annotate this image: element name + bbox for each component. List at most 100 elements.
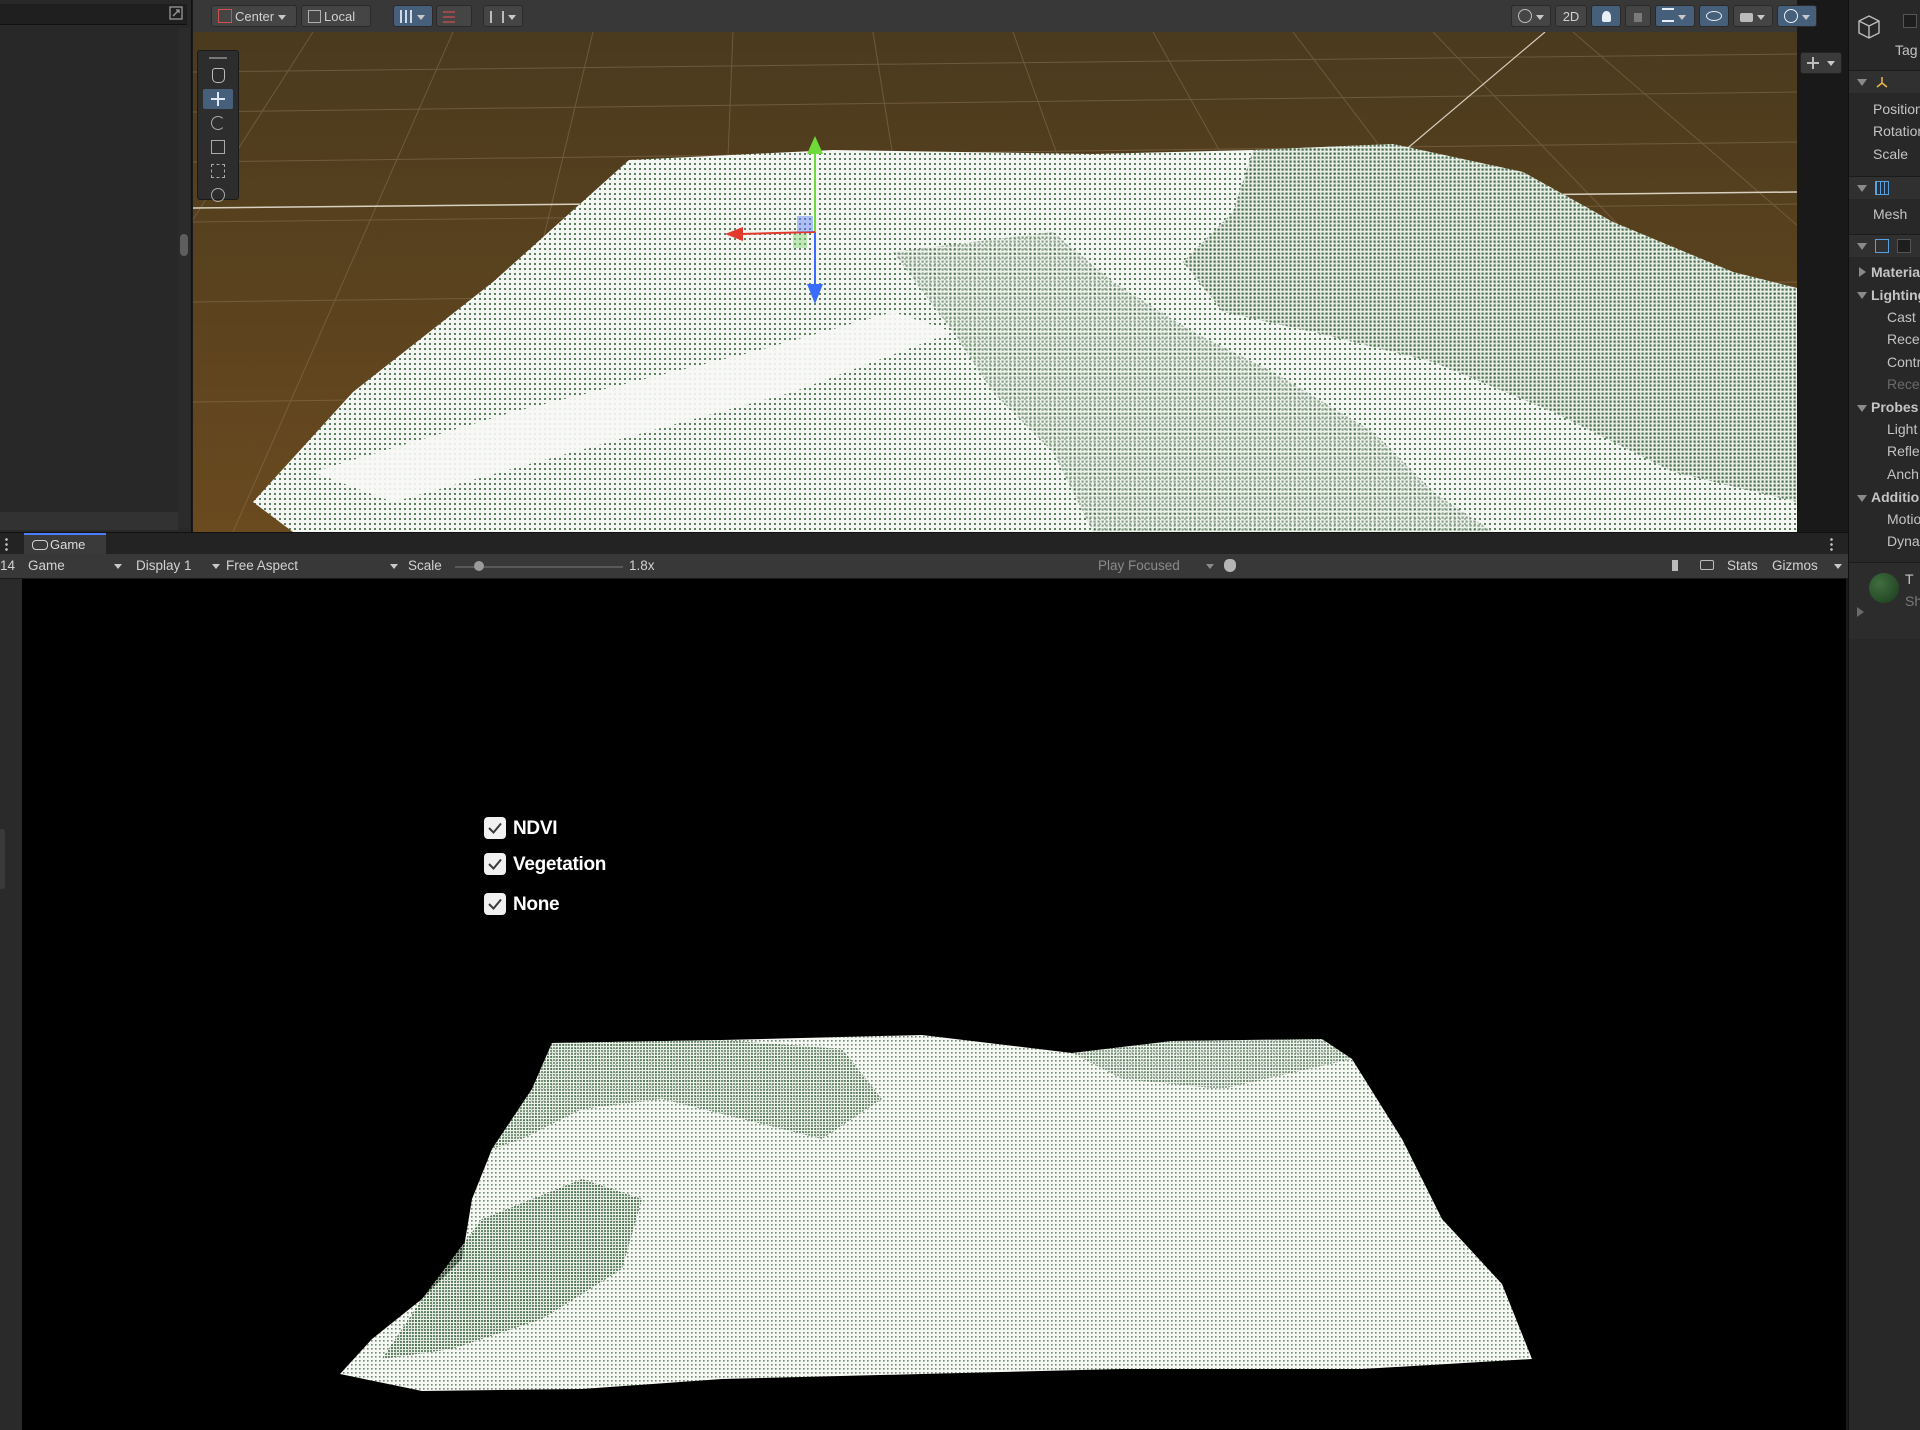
display-select-dropdown[interactable]: Display 1 [136, 557, 220, 575]
game-viewport [340, 1035, 1532, 1391]
cast-shadows-label: Cast [1887, 309, 1916, 325]
transform-header[interactable] [1849, 70, 1920, 93]
chevron-down-icon [1857, 243, 1867, 250]
grid-snap-button[interactable] [393, 5, 433, 27]
gizmos-dropdown-game[interactable]: Gizmos [1772, 557, 1842, 575]
chevron-down-icon [1206, 564, 1214, 569]
scroll-thumb[interactable] [180, 234, 188, 256]
chevron-down-icon[interactable] [1857, 292, 1867, 299]
hierarchy-scrollbar[interactable] [178, 28, 190, 528]
rotate-tool[interactable] [203, 113, 233, 133]
pivot-center-dropdown[interactable]: Center [211, 5, 297, 27]
hierarchy-search-field[interactable] [0, 4, 187, 25]
shader-label: Sh [1905, 593, 1920, 609]
chevron-down-icon [1678, 15, 1686, 21]
scale-label: Scale [408, 558, 442, 573]
active-checkbox[interactable] [1903, 14, 1917, 28]
transform-globe-icon [211, 188, 225, 202]
ndvi-label: NDVI [513, 818, 558, 839]
expand-icon[interactable] [169, 6, 183, 20]
chevron-down-icon[interactable] [1857, 405, 1867, 412]
lightbulb-icon [1601, 11, 1611, 22]
tab-game[interactable]: Game [24, 533, 106, 554]
chevron-down-icon [508, 15, 516, 21]
axis-gizmo-icon [1807, 57, 1819, 69]
scale-icon [211, 140, 225, 154]
effects-dropdown[interactable] [1655, 5, 1695, 27]
globe-icon [1784, 9, 1798, 23]
more-options-icon[interactable] [5, 537, 8, 551]
aspect-select-dropdown[interactable]: Free Aspect [226, 557, 398, 575]
none-checkbox[interactable] [484, 893, 506, 915]
material-sphere-icon [1869, 573, 1899, 603]
mesh-grid-icon [1875, 181, 1889, 195]
audio-toggle[interactable] [1625, 5, 1651, 27]
chevron-down-icon [390, 564, 398, 569]
align-icon [490, 11, 504, 23]
game-left-number: 14 [0, 558, 16, 573]
transform-tools-palette [197, 50, 239, 202]
palette-drag-handle[interactable] [203, 55, 233, 61]
contribute-gi-label: Contr [1887, 354, 1920, 370]
hierarchy-panel [0, 0, 192, 536]
cube-icon [308, 10, 321, 23]
play-focused-dropdown[interactable]: Play Focused [1098, 557, 1214, 575]
probes-foldout[interactable]: Probes [1871, 399, 1918, 415]
game-tab-bar [0, 532, 1848, 555]
move-tool[interactable] [203, 89, 233, 109]
mesh-renderer-header[interactable] [1849, 234, 1920, 257]
none-label: None [513, 894, 560, 915]
scene-visibility-toggle[interactable] [1699, 5, 1729, 27]
game-select-dropdown[interactable]: Game [28, 557, 122, 575]
rotation-label: Rotation [1873, 123, 1920, 139]
renderer-enabled-checkbox[interactable] [1897, 239, 1911, 253]
plane-handle-xz[interactable] [793, 234, 807, 248]
gutter-handle[interactable] [0, 829, 5, 889]
hierarchy-bottom-bar [0, 512, 178, 530]
audio-mute-icon[interactable] [1672, 560, 1684, 571]
scene-orientation-dropdown[interactable] [1800, 52, 1842, 74]
more-options-icon[interactable] [1830, 537, 1833, 551]
plane-handle-xy[interactable] [797, 216, 813, 232]
hand-tool[interactable] [203, 65, 233, 85]
mesh-filter-header[interactable] [1849, 176, 1920, 199]
ndvi-checkbox[interactable] [484, 817, 506, 839]
game-left-gutter [0, 579, 22, 1430]
lighting-toggle[interactable] [1591, 5, 1621, 27]
render-mode-dropdown[interactable] [1511, 5, 1551, 27]
gameobject-cube-icon [1858, 15, 1880, 39]
chevron-down-icon [114, 564, 122, 569]
scale-slider[interactable] [455, 557, 623, 575]
receive-shadows-label: Rece [1887, 331, 1920, 347]
scene-view[interactable] [193, 32, 1797, 532]
chevron-right-icon[interactable] [1859, 267, 1866, 277]
align-button[interactable] [483, 5, 523, 27]
lighting-foldout[interactable]: Lighting [1871, 287, 1920, 303]
transform-tool[interactable] [203, 185, 233, 205]
rotate-icon [211, 116, 225, 130]
game-toolbar: 14 Game Display 1 Free Aspect Scale 1.8x… [0, 554, 1848, 579]
move-arrows-icon [211, 92, 225, 106]
scale-tool[interactable] [203, 137, 233, 157]
materials-foldout[interactable]: Materia [1871, 264, 1920, 280]
camera-dropdown[interactable] [1733, 5, 1773, 27]
additional-settings-foldout[interactable]: Additio [1871, 489, 1919, 505]
space-local-dropdown[interactable]: Local [301, 5, 371, 43]
bug-icon[interactable] [1224, 559, 1236, 572]
snap-icon [443, 11, 455, 23]
keyboard-icon[interactable] [1700, 560, 1714, 570]
chevron-down-icon[interactable] [1857, 495, 1867, 502]
rect-tool[interactable] [203, 161, 233, 181]
anchor-override-label: Anch [1887, 466, 1919, 482]
light-probes-label: Light [1887, 421, 1918, 437]
scale-slider-thumb[interactable] [473, 561, 484, 571]
stats-button[interactable]: Stats [1727, 557, 1758, 575]
tag-label: Tag [1895, 42, 1918, 58]
mode-2d-toggle[interactable]: 2D [1555, 5, 1587, 27]
increment-snap-button[interactable] [436, 5, 472, 43]
layers-icon [1662, 8, 1674, 22]
gizmos-dropdown[interactable] [1777, 5, 1817, 27]
vegetation-checkbox[interactable] [484, 853, 506, 875]
game-view[interactable]: NDVI Vegetation None [22, 579, 1846, 1430]
chevron-right-icon[interactable] [1857, 607, 1864, 617]
